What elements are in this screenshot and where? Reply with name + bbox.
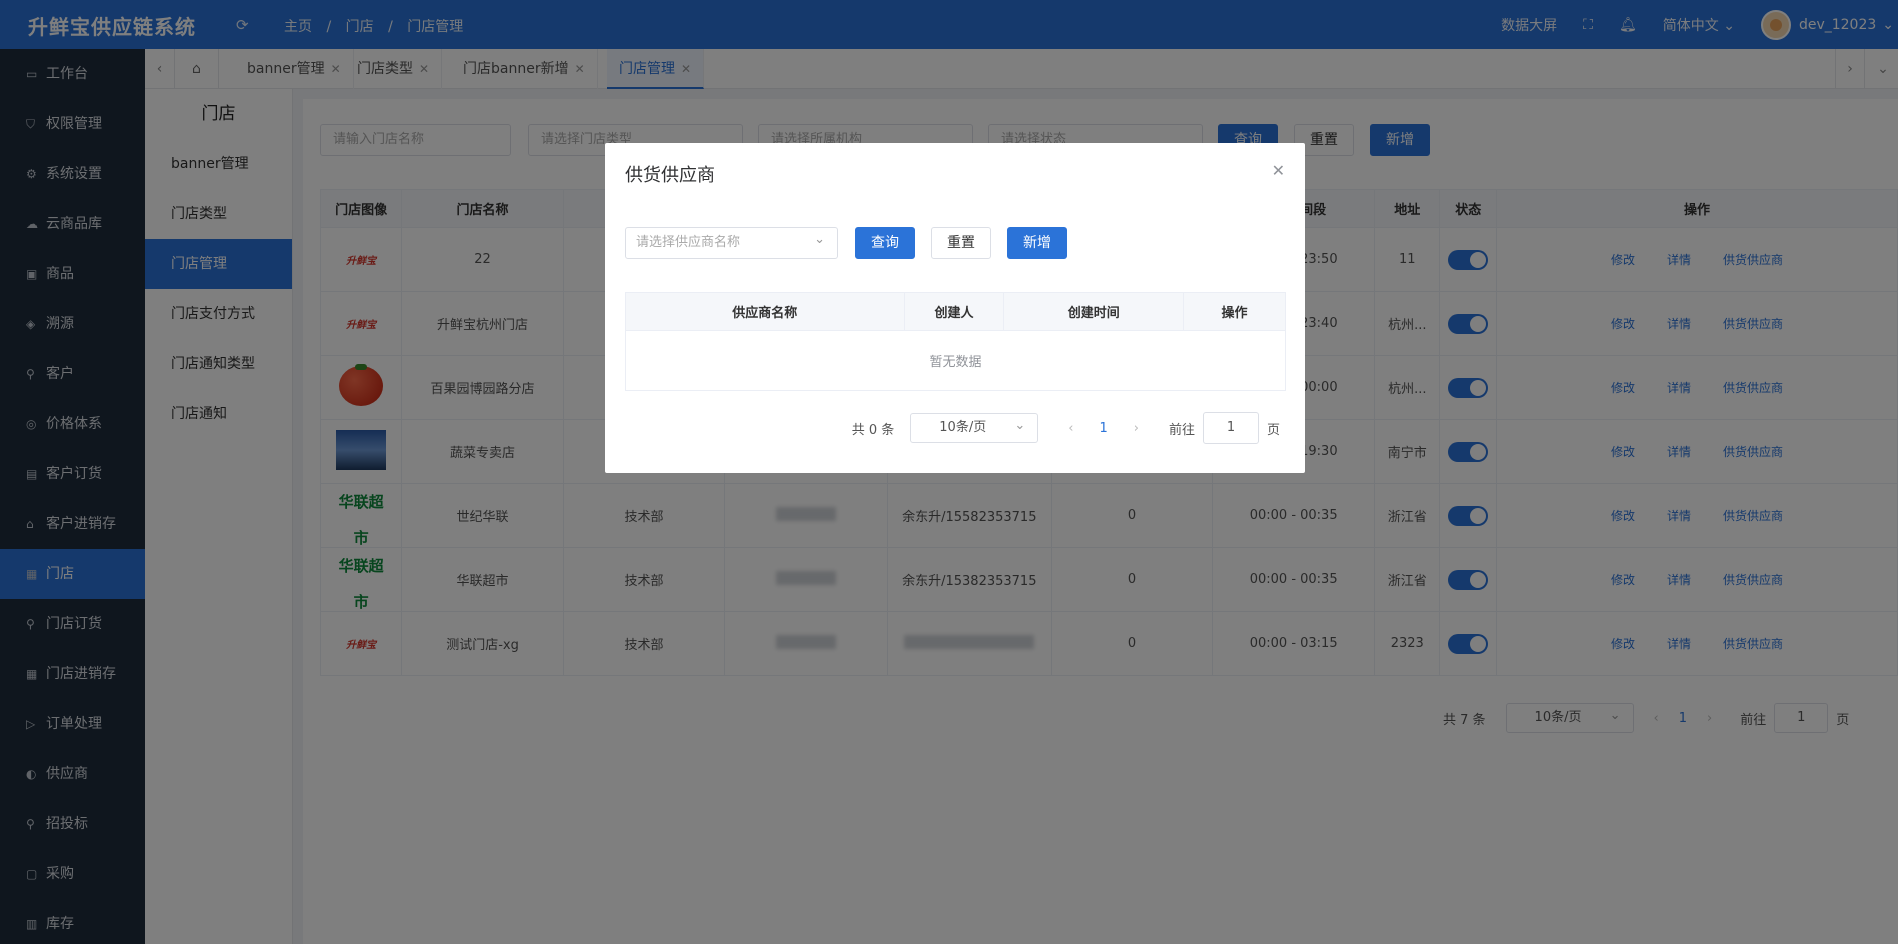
dialog-title: 供货供应商: [625, 165, 715, 186]
goto-page-input[interactable]: 1: [1202, 412, 1259, 444]
supplier-table: 供应商名称 创建人 创建时间 操作 暂无数据: [625, 292, 1286, 391]
col-operation: 操作: [1183, 292, 1286, 331]
dialog-pagination: 共 0 条 10条/页 ‹ 1 › 前往 1 页: [852, 412, 1280, 444]
page-size-select[interactable]: 10条/页: [910, 412, 1039, 443]
current-page[interactable]: 1: [1099, 421, 1107, 436]
empty-text: 暂无数据: [625, 330, 1286, 391]
page-unit: 页: [1266, 422, 1280, 438]
close-icon[interactable]: ✕: [1272, 161, 1285, 180]
col-supplier-name: 供应商名称: [625, 292, 905, 331]
next-page-icon[interactable]: ›: [1134, 421, 1139, 436]
dialog-add-button[interactable]: 新增: [1007, 227, 1067, 259]
goto-label: 前往: [1168, 422, 1195, 438]
supplier-dialog: 供货供应商 ✕ 请选择供应商名称 查询 重置 新增 供应商名称 创建人 创建时间…: [605, 143, 1305, 473]
pager-total: 共 0 条: [851, 422, 895, 438]
dialog-query-button[interactable]: 查询: [855, 227, 915, 259]
supplier-name-select[interactable]: 请选择供应商名称: [625, 225, 838, 259]
col-created-time: 创建时间: [1003, 292, 1185, 331]
dialog-reset-button[interactable]: 重置: [931, 227, 991, 259]
prev-page-icon[interactable]: ‹: [1068, 421, 1073, 436]
col-creator: 创建人: [903, 292, 1005, 331]
